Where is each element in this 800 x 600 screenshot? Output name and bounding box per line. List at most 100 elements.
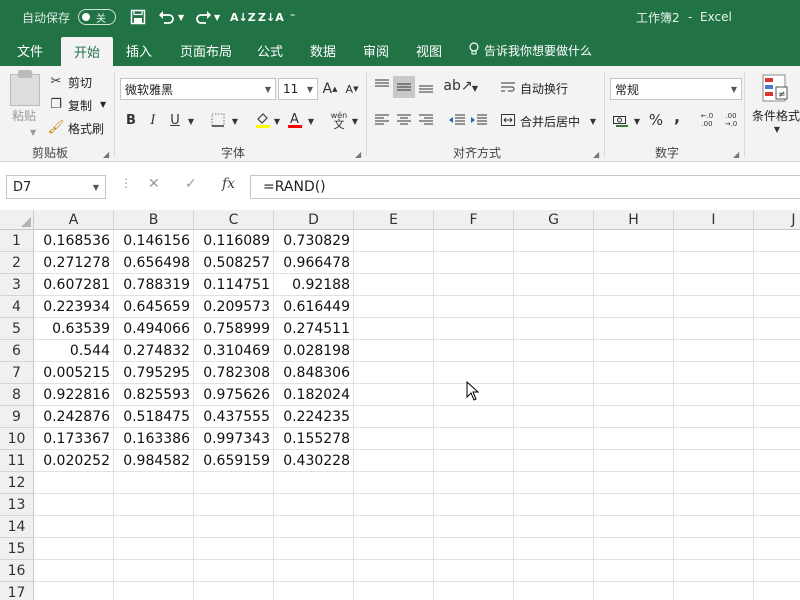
insert-function-icon[interactable]: fx [222, 176, 235, 192]
cell-a13[interactable] [34, 494, 114, 516]
merge-center-icon[interactable] [500, 111, 516, 129]
cell-c12[interactable] [194, 472, 274, 494]
cell-f16[interactable] [434, 560, 514, 582]
column-header-e[interactable]: E [354, 210, 434, 230]
cell-i5[interactable] [674, 318, 754, 340]
cell-d13[interactable] [274, 494, 354, 516]
cell-h7[interactable] [594, 362, 674, 384]
cell-f13[interactable] [434, 494, 514, 516]
cell-c9[interactable]: 0.437555 [194, 406, 274, 428]
name-box[interactable]: D7 ▼ [6, 175, 106, 199]
cell-a3[interactable]: 0.607281 [34, 274, 114, 296]
cell-a12[interactable] [34, 472, 114, 494]
accounting-format-icon[interactable] [612, 112, 630, 130]
column-header-b[interactable]: B [114, 210, 194, 230]
cell-e6[interactable] [354, 340, 434, 362]
cell-c6[interactable]: 0.310469 [194, 340, 274, 362]
save-icon[interactable] [130, 0, 146, 34]
cell-i17[interactable] [674, 582, 754, 600]
cell-b14[interactable] [114, 516, 194, 538]
cell-e12[interactable] [354, 472, 434, 494]
cell-f17[interactable] [434, 582, 514, 600]
cell-a8[interactable]: 0.922816 [34, 384, 114, 406]
cell-f5[interactable] [434, 318, 514, 340]
cell-e9[interactable] [354, 406, 434, 428]
cell-g17[interactable] [514, 582, 594, 600]
cell-g5[interactable] [514, 318, 594, 340]
row-header-2[interactable]: 2 [0, 252, 34, 274]
cell-j15[interactable] [754, 538, 800, 560]
cell-b6[interactable]: 0.274832 [114, 340, 194, 362]
cell-h6[interactable] [594, 340, 674, 362]
paste-dropdown-icon[interactable]: ▼ [30, 128, 36, 137]
cell-j4[interactable] [754, 296, 800, 318]
cell-d17[interactable] [274, 582, 354, 600]
cell-i4[interactable] [674, 296, 754, 318]
borders-dropdown-icon[interactable]: ▼ [230, 112, 240, 130]
cell-g4[interactable] [514, 296, 594, 318]
underline-dropdown-icon[interactable]: ▼ [186, 112, 196, 130]
cell-i16[interactable] [674, 560, 754, 582]
cell-b16[interactable] [114, 560, 194, 582]
cell-b3[interactable]: 0.788319 [114, 274, 194, 296]
copy-dropdown-icon[interactable]: ▼ [100, 100, 106, 109]
autosave-toggle[interactable]: 关 [78, 9, 116, 25]
increase-decimal-icon[interactable]: ←.0.00 [698, 108, 716, 132]
column-header-a[interactable]: A [34, 210, 114, 230]
redo-icon[interactable] [194, 0, 212, 34]
cell-h14[interactable] [594, 516, 674, 538]
cell-i3[interactable] [674, 274, 754, 296]
row-header-14[interactable]: 14 [0, 516, 34, 538]
cell-j1[interactable] [754, 230, 800, 252]
row-header-8[interactable]: 8 [0, 384, 34, 406]
cell-g11[interactable] [514, 450, 594, 472]
cell-e15[interactable] [354, 538, 434, 560]
cell-e11[interactable] [354, 450, 434, 472]
cell-b12[interactable] [114, 472, 194, 494]
tell-me-search[interactable]: 告诉我你想要做什么 [468, 34, 592, 66]
grow-font-icon[interactable]: A ▲ [322, 80, 338, 98]
cell-g8[interactable] [514, 384, 594, 406]
cell-j16[interactable] [754, 560, 800, 582]
paste-button[interactable]: 粘贴 [12, 107, 36, 124]
cell-f10[interactable] [434, 428, 514, 450]
cell-f11[interactable] [434, 450, 514, 472]
row-header-15[interactable]: 15 [0, 538, 34, 560]
font-color-icon[interactable]: A [286, 110, 304, 130]
cell-f12[interactable] [434, 472, 514, 494]
cell-d7[interactable]: 0.848306 [274, 362, 354, 384]
cell-b15[interactable] [114, 538, 194, 560]
cell-i8[interactable] [674, 384, 754, 406]
underline-button[interactable]: U [168, 111, 182, 129]
cell-d9[interactable]: 0.224235 [274, 406, 354, 428]
cell-g1[interactable] [514, 230, 594, 252]
cell-e5[interactable] [354, 318, 434, 340]
cell-h2[interactable] [594, 252, 674, 274]
bold-button[interactable]: B [124, 111, 138, 129]
cell-e8[interactable] [354, 384, 434, 406]
borders-icon[interactable] [210, 111, 226, 129]
cell-a10[interactable]: 0.173367 [34, 428, 114, 450]
cell-h10[interactable] [594, 428, 674, 450]
cell-i7[interactable] [674, 362, 754, 384]
cell-i12[interactable] [674, 472, 754, 494]
column-header-g[interactable]: G [514, 210, 594, 230]
cell-j13[interactable] [754, 494, 800, 516]
font-size-combo[interactable]: 11 ▼ [278, 78, 318, 100]
tab-review[interactable]: 审阅 [363, 34, 389, 66]
column-header-c[interactable]: C [194, 210, 274, 230]
cell-f15[interactable] [434, 538, 514, 560]
cell-c1[interactable]: 0.116089 [194, 230, 274, 252]
format-painter-button[interactable]: 格式刷 [68, 120, 104, 137]
column-header-d[interactable]: D [274, 210, 354, 230]
tab-page-layout[interactable]: 页面布局 [180, 34, 232, 66]
cell-i11[interactable] [674, 450, 754, 472]
cell-g9[interactable] [514, 406, 594, 428]
row-header-17[interactable]: 17 [0, 582, 34, 600]
cell-h17[interactable] [594, 582, 674, 600]
cell-i1[interactable] [674, 230, 754, 252]
cell-c4[interactable]: 0.209573 [194, 296, 274, 318]
fill-color-icon[interactable] [254, 110, 272, 130]
cell-h9[interactable] [594, 406, 674, 428]
cell-a14[interactable] [34, 516, 114, 538]
